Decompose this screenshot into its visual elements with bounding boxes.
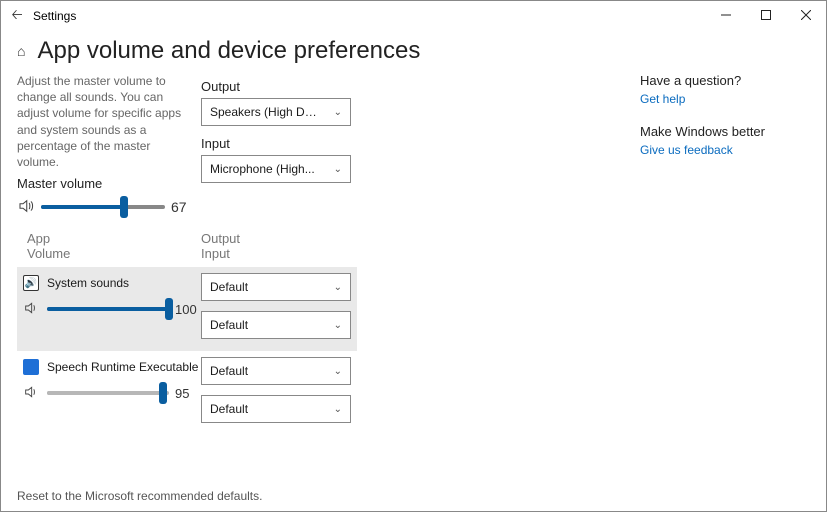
output-label: Output [201, 79, 361, 94]
get-help-link[interactable]: Get help [640, 92, 780, 106]
col-input: Input [201, 246, 240, 261]
page-title: App volume and device preferences [37, 37, 420, 65]
app-name: Speech Runtime Executable [47, 360, 198, 374]
app-output-select[interactable]: Default ⌄ [201, 273, 351, 301]
window-title: Settings [33, 9, 76, 23]
app-volume-table: App Volume Output Input 🔊 System sounds [17, 225, 357, 435]
col-volume: Volume [27, 246, 201, 261]
chevron-down-icon: ⌄ [334, 282, 342, 293]
speaker-icon[interactable] [23, 384, 41, 403]
app-name: System sounds [47, 276, 129, 290]
speaker-icon[interactable] [23, 300, 41, 319]
app-icon [23, 359, 39, 375]
app-volume-value: 95 [175, 386, 201, 401]
minimize-button[interactable] [706, 1, 746, 29]
have-question-heading: Have a question? [640, 73, 780, 88]
output-device-select[interactable]: Speakers (High Defi... ⌄ [201, 98, 351, 126]
col-app: App [27, 231, 201, 246]
home-icon[interactable]: ⌂ [17, 43, 25, 59]
page-header: ⌂ App volume and device preferences [1, 31, 826, 73]
app-icon: 🔊 [23, 275, 39, 291]
master-volume-slider[interactable] [41, 205, 165, 209]
input-device-value: Microphone (High... [210, 162, 315, 176]
close-button[interactable] [786, 1, 826, 29]
give-feedback-link[interactable]: Give us feedback [640, 143, 780, 157]
app-volume-slider[interactable] [47, 307, 169, 311]
maximize-button[interactable] [746, 1, 786, 29]
window-controls [706, 1, 826, 29]
app-volume-slider[interactable] [47, 391, 169, 395]
chevron-down-icon: ⌄ [334, 164, 342, 175]
app-input-value: Default [210, 402, 248, 416]
make-windows-better-heading: Make Windows better [640, 124, 780, 139]
chevron-down-icon: ⌄ [334, 404, 342, 415]
chevron-down-icon: ⌄ [334, 320, 342, 331]
app-input-value: Default [210, 318, 248, 332]
app-volume-value: 100 [175, 302, 201, 317]
back-button[interactable]: 🡠 [1, 4, 33, 28]
app-input-select[interactable]: Default ⌄ [201, 395, 351, 423]
title-bar: 🡠 Settings [1, 1, 826, 31]
app-output-value: Default [210, 280, 248, 294]
reset-defaults-text: Reset to the Microsoft recommended defau… [17, 489, 262, 503]
master-volume-value: 67 [171, 199, 197, 215]
app-output-value: Default [210, 364, 248, 378]
table-row[interactable]: 🔊 System sounds 100 Default [17, 267, 357, 351]
output-device-value: Speakers (High Defi... [210, 105, 320, 119]
chevron-down-icon: ⌄ [334, 107, 342, 118]
input-device-select[interactable]: Microphone (High... ⌄ [201, 155, 351, 183]
chevron-down-icon: ⌄ [334, 366, 342, 377]
col-output: Output [201, 231, 240, 246]
app-output-select[interactable]: Default ⌄ [201, 357, 351, 385]
page-description: Adjust the master volume to change all s… [17, 73, 187, 170]
master-volume-label: Master volume [17, 176, 197, 191]
input-label: Input [201, 136, 361, 151]
speaker-icon[interactable] [17, 197, 35, 218]
table-row[interactable]: Speech Runtime Executable 95 Default [17, 351, 357, 435]
app-input-select[interactable]: Default ⌄ [201, 311, 351, 339]
